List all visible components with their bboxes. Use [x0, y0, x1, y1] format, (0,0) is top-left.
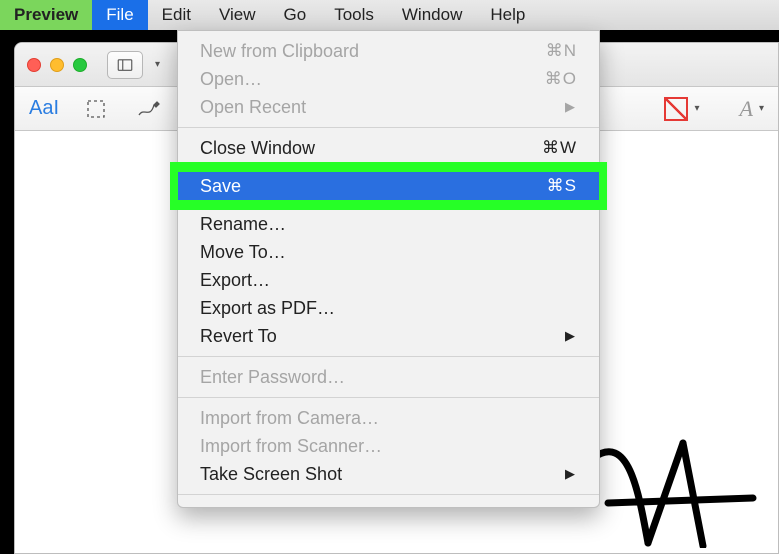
menu-item-label: Enter Password…: [200, 367, 577, 388]
menu-item-rename[interactable]: Rename…: [178, 210, 599, 238]
minimize-button[interactable]: [50, 58, 64, 72]
traffic-lights: [27, 58, 87, 72]
selection-tool[interactable]: [81, 94, 111, 124]
menu-item-revert-to[interactable]: Revert To▶: [178, 322, 599, 350]
menu-item-take-screen-shot[interactable]: Take Screen Shot▶: [178, 460, 599, 488]
menu-item-open: Open…⌘O: [178, 65, 599, 93]
menu-item-enter-password: Enter Password…: [178, 363, 599, 391]
menu-item-label: Rename…: [200, 214, 577, 235]
menu-edit[interactable]: Edit: [148, 0, 205, 30]
chevron-down-icon: ▾: [155, 59, 160, 70]
submenu-arrow-icon: ▶: [565, 99, 575, 115]
menu-item-save[interactable]: Save ⌘S: [178, 172, 599, 200]
font-picker[interactable]: A ▾: [740, 96, 764, 122]
menu-item-shortcut: ⌘N: [546, 41, 577, 61]
menu-view[interactable]: View: [205, 0, 270, 30]
menu-item-label: New from Clipboard: [200, 41, 546, 62]
chevron-down-icon: ▾: [694, 103, 699, 114]
text-tool[interactable]: AaI: [29, 94, 59, 124]
menu-item-export[interactable]: Export…: [178, 266, 599, 294]
menu-separator: [178, 127, 599, 128]
menu-window[interactable]: Window: [388, 0, 476, 30]
submenu-arrow-icon: ▶: [565, 328, 575, 344]
menu-item-label: Revert To: [200, 326, 565, 347]
menu-item-label: Import from Scanner…: [200, 436, 577, 457]
menu-help[interactable]: Help: [476, 0, 539, 30]
font-icon: A: [740, 96, 753, 122]
menu-item-shortcut: ⌘S: [547, 176, 577, 196]
menu-item-shortcut: ⌘O: [545, 69, 577, 89]
menu-item-import-from-camera: Import from Camera…: [178, 404, 599, 432]
menu-item-new-from-clipboard: New from Clipboard⌘N: [178, 37, 599, 65]
sketch-tool[interactable]: [133, 94, 163, 124]
menu-item-label: Take Screen Shot: [200, 464, 565, 485]
menu-item-label: Open…: [200, 69, 545, 90]
menu-item-export-as-pdf[interactable]: Export as PDF…: [178, 294, 599, 322]
app-name[interactable]: Preview: [0, 0, 92, 30]
menubar: Preview File Edit View Go Tools Window H…: [0, 0, 779, 30]
chevron-down-icon: ▾: [759, 103, 764, 114]
menu-item-label: Save: [200, 176, 547, 197]
menu-item-label: Import from Camera…: [200, 408, 577, 429]
menu-item-label: Move To…: [200, 242, 577, 263]
menu-tools[interactable]: Tools: [320, 0, 388, 30]
menu-item-label: Export as PDF…: [200, 298, 577, 319]
zoom-button[interactable]: [73, 58, 87, 72]
menu-separator: [178, 397, 599, 398]
close-button[interactable]: [27, 58, 41, 72]
submenu-arrow-icon: ▶: [565, 466, 575, 482]
menu-item-shortcut: ⌘W: [542, 138, 577, 158]
menu-separator: [178, 356, 599, 357]
border-color-picker[interactable]: ▾: [664, 97, 699, 121]
menu-item-label: Export…: [200, 270, 577, 291]
menu-item-open-recent: Open Recent▶: [178, 93, 599, 121]
menu-item-label: Close Window: [200, 138, 542, 159]
color-swatch-icon: [664, 97, 688, 121]
file-menu-dropdown: New from Clipboard⌘NOpen…⌘OOpen Recent▶ …: [177, 30, 600, 508]
sidebar-toggle-button[interactable]: [107, 51, 143, 79]
menu-item-label: Open Recent: [200, 97, 565, 118]
menu-separator: [178, 494, 599, 495]
menu-item-import-from-scanner: Import from Scanner…: [178, 432, 599, 460]
menu-file[interactable]: File: [92, 0, 147, 30]
menu-item-move-to[interactable]: Move To…: [178, 238, 599, 266]
menu-go[interactable]: Go: [270, 0, 321, 30]
handwritten-signature: [588, 428, 758, 553]
menu-item-close-window[interactable]: Close Window⌘W: [178, 134, 599, 162]
